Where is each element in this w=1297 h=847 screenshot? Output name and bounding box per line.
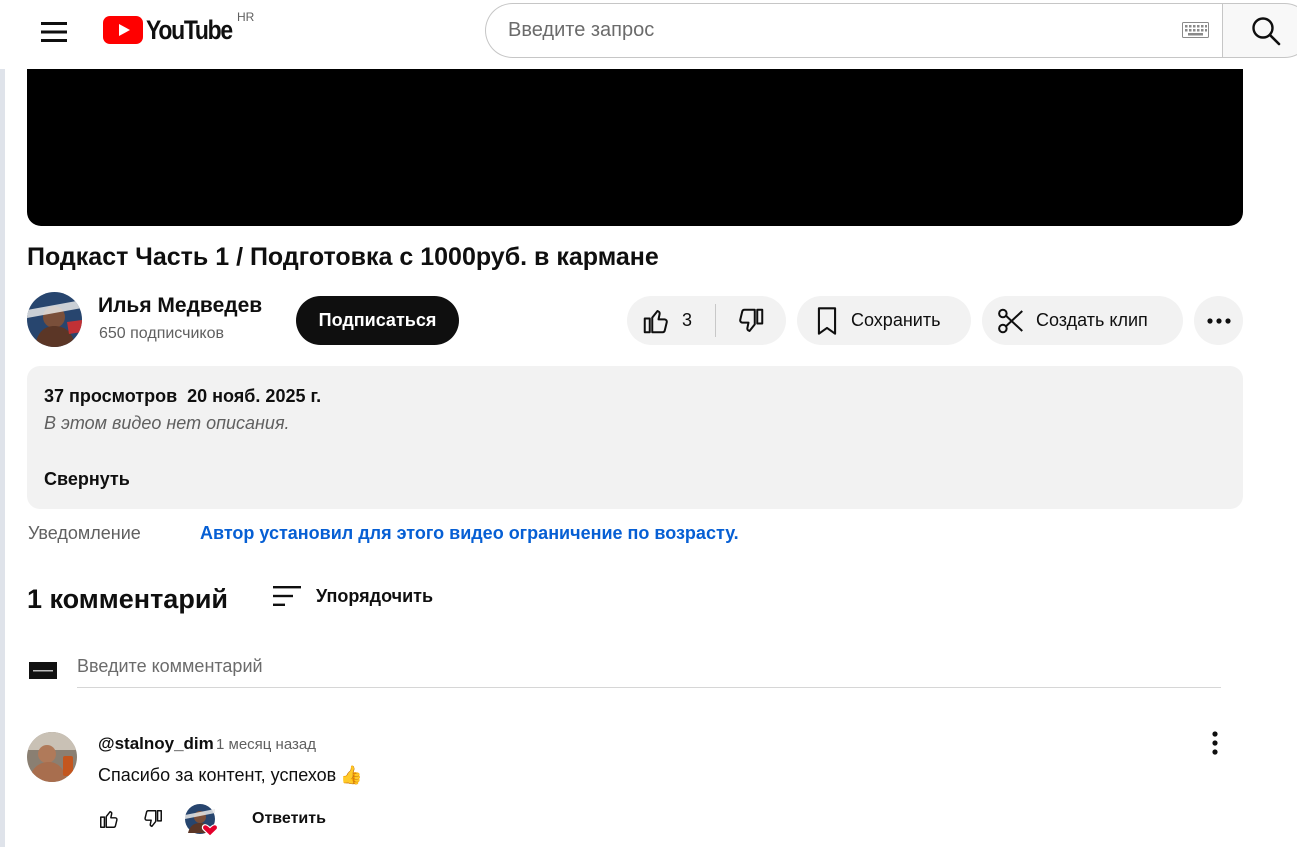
comment-text: Спасибо за контент, успехов 👍 bbox=[98, 765, 363, 786]
subscribe-button[interactable]: Подписаться bbox=[296, 296, 459, 345]
bookmark-icon bbox=[817, 306, 837, 335]
current-user-avatar-image bbox=[30, 664, 56, 677]
more-actions-button[interactable] bbox=[1194, 296, 1243, 345]
masthead: YouTube HR Введите запрос bbox=[0, 0, 1297, 69]
create-clip-button[interactable]: Создать клип bbox=[982, 296, 1183, 345]
thumbs-down-icon bbox=[144, 810, 162, 828]
collapse-button[interactable]: Свернуть bbox=[44, 469, 130, 490]
reply-button[interactable]: Ответить bbox=[252, 810, 326, 828]
channel-name[interactable]: Илья Медведев bbox=[98, 294, 262, 318]
notice-label: Уведомление bbox=[28, 523, 141, 543]
comment-author-avatar-image bbox=[27, 732, 77, 782]
thumbs-up-icon bbox=[100, 810, 118, 828]
thumbs-down-icon bbox=[739, 308, 764, 332]
menu-button[interactable] bbox=[32, 10, 76, 54]
country-code: HR bbox=[237, 10, 255, 24]
description-box[interactable]: 37 просмотров 20 нояб. 2025 г. В этом ви… bbox=[27, 366, 1243, 509]
comment-time[interactable]: 1 месяц назад bbox=[216, 736, 316, 753]
comment-input[interactable]: Введите комментарий bbox=[77, 656, 1221, 688]
more-vertical-icon bbox=[1212, 731, 1218, 755]
dislike-button[interactable] bbox=[716, 296, 786, 345]
save-button[interactable]: Сохранить bbox=[797, 296, 971, 345]
thumbs-up-emoji: 👍 bbox=[340, 765, 363, 785]
scissors-icon bbox=[998, 308, 1023, 333]
menu-icon bbox=[41, 22, 67, 42]
search-input[interactable]: Введите запрос bbox=[485, 3, 1223, 58]
comment-menu-button[interactable] bbox=[1202, 728, 1228, 758]
comment-like-button[interactable] bbox=[98, 808, 120, 835]
comment-text-body: Спасибо за контент, успехов bbox=[98, 765, 337, 785]
save-label: Сохранить bbox=[851, 310, 941, 330]
channel-avatar-image bbox=[27, 292, 82, 347]
description-empty-text: В этом видео нет описания. bbox=[44, 413, 290, 433]
subscriber-count: 650 подписчиков bbox=[99, 325, 224, 342]
like-button[interactable]: 3 bbox=[627, 296, 715, 345]
sort-icon bbox=[273, 586, 301, 606]
clip-label: Создать клип bbox=[1036, 310, 1148, 330]
current-user-avatar bbox=[29, 662, 57, 679]
search-button[interactable] bbox=[1222, 3, 1297, 58]
thumbs-up-icon bbox=[643, 309, 668, 333]
view-count-and-date: 37 просмотров 20 нояб. 2025 г. bbox=[44, 386, 322, 406]
logo-wordmark: YouTube bbox=[146, 14, 233, 45]
like-count: 3 bbox=[682, 310, 693, 330]
creator-heart-badge bbox=[184, 803, 220, 837]
sort-label: Упорядочить bbox=[316, 585, 434, 606]
more-horizontal-icon bbox=[1206, 317, 1231, 324]
video-player[interactable] bbox=[27, 69, 1243, 226]
creator-heart-icon bbox=[185, 804, 219, 837]
search-icon bbox=[1252, 16, 1281, 45]
video-title: Подкаст Часть 1 / Подготовка с 1000руб. … bbox=[27, 243, 659, 271]
sort-comments-button[interactable]: Упорядочить bbox=[272, 584, 433, 608]
search-placeholder: Введите запрос bbox=[508, 19, 655, 41]
channel-avatar[interactable] bbox=[27, 292, 82, 347]
comment-dislike-button[interactable] bbox=[142, 808, 164, 835]
comment-author-avatar[interactable] bbox=[27, 732, 77, 782]
age-restriction-link[interactable]: Автор установил для этого видео ограниче… bbox=[200, 523, 739, 544]
like-dislike-group: 3 bbox=[627, 296, 786, 345]
comments-count: 1 комментарий bbox=[27, 584, 229, 614]
comment-author[interactable]: @stalnoy_dim bbox=[98, 734, 214, 754]
youtube-logo[interactable]: YouTube bbox=[103, 14, 247, 46]
youtube-play-icon bbox=[103, 16, 143, 44]
window-edge bbox=[0, 0, 5, 847]
keyboard-icon[interactable] bbox=[1182, 22, 1209, 38]
